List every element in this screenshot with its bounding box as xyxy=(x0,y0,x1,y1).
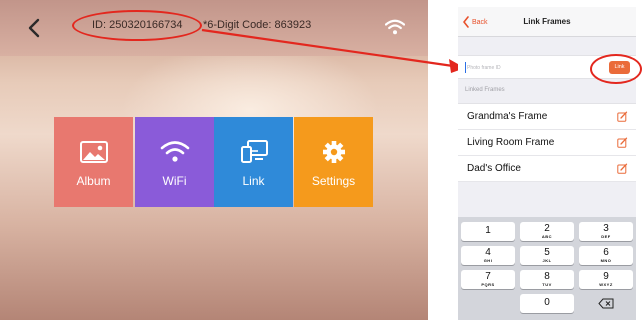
numeric-keypad: 1 2 ABC 3 DEF 4 GHI 5 JKL 6 MNO 7 PQRS 8 TUV 9W… xyxy=(458,217,636,320)
screenshot: ID: 250320166734 *6-Digit Code: 863923 A… xyxy=(0,0,643,320)
album-tile[interactable]: Album xyxy=(54,117,133,207)
frame-name: Living Room Frame xyxy=(467,137,555,148)
wifi-tile[interactable]: WiFi xyxy=(135,117,214,207)
wifi-label: WiFi xyxy=(162,174,187,188)
page-title: Link Frames xyxy=(523,17,571,26)
list-item[interactable]: Dad's Office xyxy=(458,156,636,182)
list-item[interactable]: Grandma's Frame xyxy=(458,104,636,130)
edit-icon[interactable] xyxy=(617,137,628,148)
linked-frames-header: Linked Frames xyxy=(465,87,505,93)
settings-tile[interactable]: Settings xyxy=(294,117,373,207)
key-4[interactable]: 4 GHI xyxy=(461,246,515,265)
frame-id-input[interactable] xyxy=(467,62,597,74)
key-6[interactable]: 6 MNO xyxy=(579,246,633,265)
frame-id-input-row: Link xyxy=(458,55,636,79)
frame-top-bar: ID: 250320166734 *6-Digit Code: 863923 xyxy=(0,0,428,56)
list-item[interactable]: Living Room Frame xyxy=(458,130,636,156)
nav-bar: Back Link Frames xyxy=(458,7,636,37)
photo-icon xyxy=(79,139,109,165)
wifi-icon xyxy=(384,19,406,35)
phone-app-screen: Back Link Frames Link Linked Frames Gran… xyxy=(458,7,636,320)
six-digit-code-text: *6-Digit Code: 863923 xyxy=(203,19,312,31)
backspace-icon xyxy=(598,298,614,309)
key-8[interactable]: 8 TUV xyxy=(520,270,574,289)
key-7[interactable]: 7 PQRS xyxy=(461,270,515,289)
frame-name: Grandma's Frame xyxy=(467,111,548,122)
edit-icon[interactable] xyxy=(617,111,628,122)
text-caret xyxy=(465,62,466,73)
key-0[interactable]: 0 xyxy=(520,294,574,313)
key-1[interactable]: 1 xyxy=(461,222,515,241)
photo-frame-screen: ID: 250320166734 *6-Digit Code: 863923 A… xyxy=(0,0,428,320)
key-3[interactable]: 3 DEF xyxy=(579,222,633,241)
link-devices-icon xyxy=(239,139,269,165)
link-tile[interactable]: Link xyxy=(214,117,293,207)
key-5[interactable]: 5 JKL xyxy=(520,246,574,265)
frame-name: Dad's Office xyxy=(467,163,521,174)
linked-frames-list: Grandma's Frame Living Room Frame Dad's … xyxy=(458,103,636,182)
settings-label: Settings xyxy=(311,174,356,188)
frame-id-highlight xyxy=(72,10,202,41)
wifi-icon xyxy=(160,139,190,165)
edit-icon[interactable] xyxy=(617,163,628,174)
chevron-left-icon[interactable] xyxy=(24,17,46,39)
key-9[interactable]: 9 WXYZ xyxy=(579,270,633,289)
gear-icon xyxy=(319,139,349,165)
link-button[interactable]: Link xyxy=(609,61,630,74)
delete-key[interactable] xyxy=(579,294,633,313)
album-label: Album xyxy=(76,174,111,188)
link-label: Link xyxy=(242,174,265,188)
key-2[interactable]: 2 ABC xyxy=(520,222,574,241)
